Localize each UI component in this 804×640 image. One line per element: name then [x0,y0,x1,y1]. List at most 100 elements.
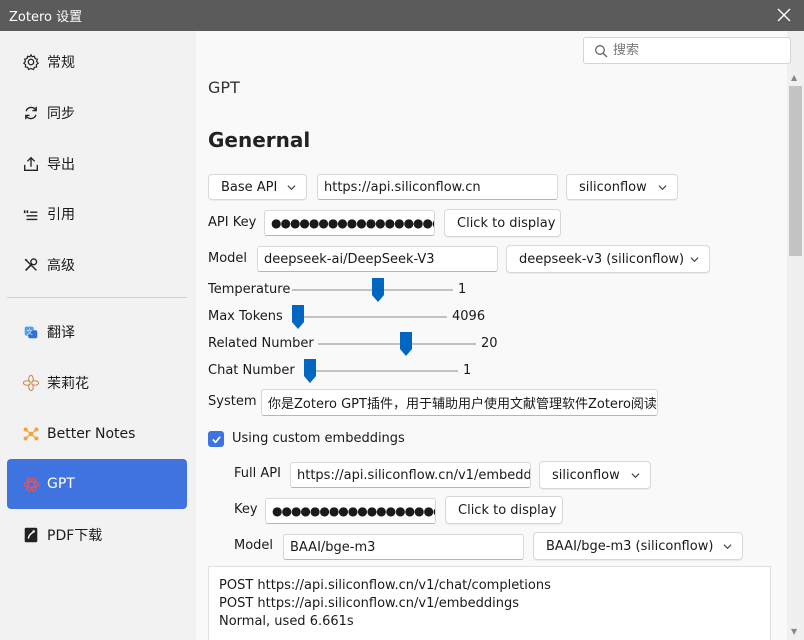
checkmark-icon [211,435,221,443]
model-label: Model [208,251,248,266]
embedding-key-display-button[interactable]: Click to display [445,496,563,524]
display-button-label: Click to display [457,215,556,231]
tools-icon [21,255,41,275]
max-tokens-label: Max Tokens [208,309,283,324]
model-value: deepseek-ai/DeepSeek-V3 [264,251,435,267]
chevron-down-icon [723,544,732,550]
request-log: POST https://api.siliconflow.cn/v1/chat/… [208,566,771,640]
svg-text:文: 文 [27,327,34,336]
custom-embeddings-checkbox[interactable] [208,431,224,447]
embedding-key-value: ●●●●●●●●●●●●●●●●●●●●● [272,504,435,518]
model-preset-dropdown[interactable]: deepseek-v3 (siliconflow) [506,245,710,273]
chevron-down-icon [631,473,640,479]
sidebar-item-label: 翻译 [47,325,75,341]
sidebar-item-cite[interactable]: 引用 [7,189,187,239]
search-box[interactable] [583,37,791,64]
sidebar-item-export[interactable]: 导出 [7,139,187,189]
full-api-value: https://api.siliconflow.cn/v1/embeddings [297,467,531,483]
embedding-model-input[interactable]: BAAI/bge-m3 [283,534,524,560]
sidebar-item-label: 常规 [47,55,75,71]
chevron-down-icon [690,257,699,263]
sidebar: 常规 同步 导出 引用 高级 文 翻译 茉莉花 Better Notes GPT… [0,31,196,640]
full-api-input[interactable]: https://api.siliconflow.cn/v1/embeddings [290,462,531,488]
chat-number-slider-track[interactable] [304,370,458,372]
scroll-up-icon[interactable]: ▲ [791,73,797,82]
max-tokens-slider-track[interactable] [292,316,447,318]
display-button-label: Click to display [458,502,557,518]
max-tokens-value: 4096 [452,309,486,324]
system-label: System [208,394,257,409]
pdf-download-icon [21,525,41,545]
scrollbar-thumb[interactable] [789,86,802,256]
related-number-value: 20 [481,336,498,351]
sidebar-item-label: 高级 [47,258,75,274]
embedding-key-input[interactable]: ●●●●●●●●●●●●●●●●●●●●● [265,498,436,524]
sidebar-item-pdf-download[interactable]: PDF下载 [7,510,187,560]
section-title: Genernal [208,128,311,152]
sidebar-item-sync[interactable]: 同步 [7,88,187,138]
sidebar-item-general[interactable]: 常规 [7,37,187,87]
close-button[interactable] [774,5,794,25]
system-prompt-value: 你是Zotero GPT插件，用于辅助用户使用文献管理软件Zotero阅读管理文… [268,397,657,412]
full-api-provider: siliconflow [552,467,620,483]
api-key-label: API Key [208,215,257,230]
full-api-provider-dropdown[interactable]: siliconflow [539,461,651,489]
scroll-down-icon[interactable]: ▼ [791,627,797,636]
log-line: POST https://api.siliconflow.cn/v1/embed… [219,596,520,611]
custom-embeddings-label: Using custom embeddings [232,431,405,446]
model-input[interactable]: deepseek-ai/DeepSeek-V3 [257,246,498,272]
embedding-model-preset: BAAI/bge-m3 (siliconflow) [546,538,714,554]
related-number-slider-track[interactable] [318,343,476,345]
api-key-input[interactable]: ●●●●●●●●●●●●●●●●●●●●● [264,210,435,236]
related-number-slider-thumb[interactable] [399,332,412,356]
sidebar-item-translate[interactable]: 文 翻译 [7,307,187,357]
base-api-input[interactable]: https://api.siliconflow.cn [317,174,558,200]
system-prompt-input[interactable]: 你是Zotero GPT插件，用于辅助用户使用文献管理软件Zotero阅读管理文… [261,389,658,416]
embedding-model-value: BAAI/bge-m3 [290,539,376,555]
api-key-value: ●●●●●●●●●●●●●●●●●●●●● [271,216,434,230]
chevron-down-icon [287,185,296,191]
sidebar-item-jasminum[interactable]: 茉莉花 [7,358,187,408]
base-api-label: Base API [221,179,278,195]
window-titlebar: Zotero 设置 [0,0,804,31]
full-api-label: Full API [234,466,281,481]
sidebar-item-advanced[interactable]: 高级 [7,240,187,290]
max-tokens-slider-thumb[interactable] [292,305,304,329]
sidebar-item-gpt[interactable]: GPT [7,459,187,509]
base-api-dropdown[interactable]: Base API [208,174,307,200]
flower-icon [21,373,41,393]
better-notes-icon [21,424,41,444]
sidebar-item-label: 引用 [47,207,75,223]
sidebar-item-label: PDF下载 [47,528,103,544]
related-number-label: Related Number [208,336,314,351]
embedding-model-preset-dropdown[interactable]: BAAI/bge-m3 (siliconflow) [533,532,743,560]
base-api-provider: siliconflow [579,179,647,195]
embedding-model-label: Model [234,538,274,553]
pane-title: GPT [208,78,240,97]
sidebar-item-label: 导出 [47,157,75,173]
api-key-display-button[interactable]: Click to display [444,209,561,237]
sidebar-item-label: GPT [47,476,75,492]
sidebar-item-label: 同步 [47,106,75,122]
cite-icon [21,204,41,224]
base-api-provider-dropdown[interactable]: siliconflow [566,174,678,200]
temperature-value: 1 [458,282,467,297]
search-icon [595,44,608,57]
sidebar-item-better-notes[interactable]: Better Notes [7,409,187,459]
openai-icon [21,474,41,494]
base-api-value: https://api.siliconflow.cn [324,179,481,195]
log-line: Normal, used 6.661s [219,614,354,629]
chat-number-slider-thumb[interactable] [304,359,316,383]
temperature-slider-thumb[interactable] [372,278,385,302]
gear-icon [21,52,41,72]
vertical-scrollbar[interactable]: ▲ ▼ [787,31,804,640]
chevron-down-icon [658,185,667,191]
log-line: POST https://api.siliconflow.cn/v1/chat/… [219,578,551,593]
translate-icon: 文 [21,322,41,342]
temperature-label: Temperature [208,282,291,297]
sidebar-item-label: Better Notes [47,426,136,442]
model-preset: deepseek-v3 (siliconflow) [519,251,685,267]
chat-number-label: Chat Number [208,363,295,378]
export-icon [21,154,41,174]
search-input[interactable] [613,43,773,58]
